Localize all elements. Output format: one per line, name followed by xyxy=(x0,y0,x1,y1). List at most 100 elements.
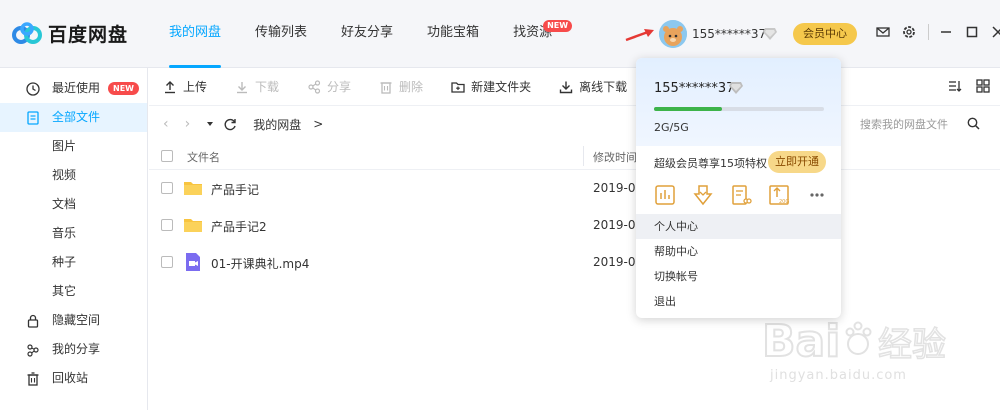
menu-item-logout[interactable]: 退出 xyxy=(636,289,841,314)
sidebar-item-images[interactable]: 图片 xyxy=(0,132,147,161)
svg-text:经验: 经验 xyxy=(878,325,946,365)
sidebar-item-recent[interactable]: 最近使用 NEW xyxy=(0,74,147,103)
app-title: 百度网盘 xyxy=(48,24,129,46)
file-name: 产品手记 xyxy=(211,183,260,197)
delete-button[interactable]: 删除 xyxy=(379,78,423,95)
user-dropdown-menu: 155******37 2G/5G 超级会员尊享15项特权 立即开通 20G 个… xyxy=(636,58,841,318)
username[interactable]: 155******37 xyxy=(692,27,766,41)
maximize-icon[interactable] xyxy=(965,25,979,39)
storage-progress-bar xyxy=(654,107,824,111)
offline-download-label: 离线下载 xyxy=(579,80,628,94)
new-folder-button[interactable]: 新建文件夹 xyxy=(451,78,531,95)
sidebar-item-label: 视频 xyxy=(52,168,77,182)
vip-promo-text: 超级会员尊享15项特权 xyxy=(654,157,767,170)
table-row[interactable]: 01-开课典礼.mp4 2019-02- xyxy=(149,244,1000,281)
column-header-name[interactable]: 文件名 xyxy=(187,149,220,165)
quick-actions: 20G xyxy=(654,184,841,206)
nav-tab-toolbox[interactable]: 功能宝箱 xyxy=(413,0,493,68)
nav-tab-resources[interactable]: 找资源 NEW xyxy=(499,0,573,68)
row-checkbox[interactable] xyxy=(161,219,173,231)
sidebar-item-my-shares[interactable]: 我的分享 xyxy=(0,335,147,364)
upload-button[interactable]: 上传 xyxy=(163,78,207,95)
file-icon xyxy=(27,111,39,125)
new-badge: NEW xyxy=(543,20,573,32)
sidebar-item-music[interactable]: 音乐 xyxy=(0,219,147,248)
sidebar-item-videos[interactable]: 视频 xyxy=(0,161,147,190)
sidebar-item-all-files[interactable]: 全部文件 xyxy=(0,103,147,132)
dropdown-username: 155******37 xyxy=(654,81,735,96)
sidebar-item-label: 全部文件 xyxy=(52,110,101,124)
sort-icon[interactable] xyxy=(948,79,962,93)
grid-view-icon[interactable] xyxy=(976,79,990,93)
data-report-icon[interactable] xyxy=(654,184,676,206)
file-name: 01-开课典礼.mp4 xyxy=(211,257,310,271)
mail-icon[interactable] xyxy=(876,25,890,39)
nav-tab-label: 传输列表 xyxy=(255,25,308,40)
select-all-checkbox[interactable] xyxy=(161,150,173,162)
back-arrow-icon[interactable]: ‹ xyxy=(163,116,169,132)
nav-tab-my-disk[interactable]: 我的网盘 xyxy=(155,0,235,68)
sidebar-item-torrents[interactable]: 种子 xyxy=(0,248,147,277)
red-arrow-annotation xyxy=(625,29,654,42)
menu-item-profile[interactable]: 个人中心 xyxy=(636,214,841,239)
upload-20g-icon[interactable]: 20G xyxy=(768,184,790,206)
close-icon[interactable] xyxy=(991,25,1000,39)
sidebar-item-label: 我的分享 xyxy=(52,342,101,356)
forward-arrow-icon[interactable]: › xyxy=(185,116,191,132)
sidebar-item-other[interactable]: 其它 xyxy=(0,277,147,306)
vip-center-button[interactable]: 会员中心 xyxy=(793,23,857,45)
sidebar-item-label: 音乐 xyxy=(52,226,77,240)
upload-20g-label: 20G xyxy=(779,199,789,205)
chevron-down-icon[interactable] xyxy=(206,120,214,128)
share-icon xyxy=(27,344,39,357)
upload-icon xyxy=(165,80,175,93)
table-row[interactable]: 产品手记 2019-02- xyxy=(149,170,1000,207)
row-checkbox[interactable] xyxy=(161,182,173,194)
storage-quota: 2G/5G xyxy=(654,121,689,134)
menu-item-switch-account[interactable]: 切换帐号 xyxy=(636,264,841,289)
search-icon[interactable] xyxy=(967,117,980,130)
share-icon xyxy=(308,79,321,94)
open-vip-button[interactable]: 立即开通 xyxy=(768,151,826,173)
sidebar-item-label: 种子 xyxy=(52,255,77,269)
sidebar-item-hidden-space[interactable]: 隐藏空间 xyxy=(0,306,147,335)
new-folder-label: 新建文件夹 xyxy=(471,80,532,94)
nav-tab-transfer[interactable]: 传输列表 xyxy=(241,0,321,68)
baidu-jingyan-watermark-logo: Bai 经验 xyxy=(761,315,947,368)
clock-icon xyxy=(26,82,40,96)
refresh-icon[interactable] xyxy=(224,118,237,131)
offline-download-icon xyxy=(559,81,573,93)
sidebar-item-label: 其它 xyxy=(52,284,77,298)
speed-download-icon[interactable] xyxy=(692,184,714,206)
document-link-icon[interactable] xyxy=(730,184,752,206)
watermark-url: jingyan.baidu.com xyxy=(770,368,907,383)
upload-label: 上传 xyxy=(183,80,208,94)
download-button[interactable]: 下载 xyxy=(235,78,279,95)
sidebar-item-label: 图片 xyxy=(52,139,77,153)
sidebar-item-documents[interactable]: 文档 xyxy=(0,190,147,219)
delete-label: 删除 xyxy=(399,80,424,94)
breadcrumb-my-disk[interactable]: 我的网盘 xyxy=(253,116,301,133)
share-label: 分享 xyxy=(327,80,352,94)
minimize-icon[interactable] xyxy=(939,25,953,39)
sidebar-item-recycle-bin[interactable]: 回收站 xyxy=(0,364,147,393)
settings-gear-icon[interactable] xyxy=(902,25,916,39)
sidebar-item-label: 隐藏空间 xyxy=(52,313,101,327)
file-name: 产品手记2 xyxy=(211,220,267,234)
row-checkbox[interactable] xyxy=(161,256,173,268)
diamond-icon xyxy=(729,82,743,94)
view-controls xyxy=(934,79,990,93)
share-button[interactable]: 分享 xyxy=(307,78,351,95)
more-icon[interactable] xyxy=(806,184,828,206)
menu-item-help[interactable]: 帮助中心 xyxy=(636,239,841,264)
avatar[interactable] xyxy=(659,20,687,48)
trash-icon xyxy=(27,372,39,386)
table-row[interactable]: 产品手记2 2019-02- xyxy=(149,207,1000,244)
download-label: 下载 xyxy=(255,80,280,94)
search-input[interactable]: 搜索我的网盘文件 xyxy=(860,116,948,132)
breadcrumb-separator: > xyxy=(313,117,324,131)
nav-tab-friends[interactable]: 好友分享 xyxy=(327,0,407,68)
offline-download-button[interactable]: 离线下载 xyxy=(559,78,627,95)
lock-icon xyxy=(27,314,39,328)
column-header-modified[interactable]: 修改时间 xyxy=(593,149,637,165)
